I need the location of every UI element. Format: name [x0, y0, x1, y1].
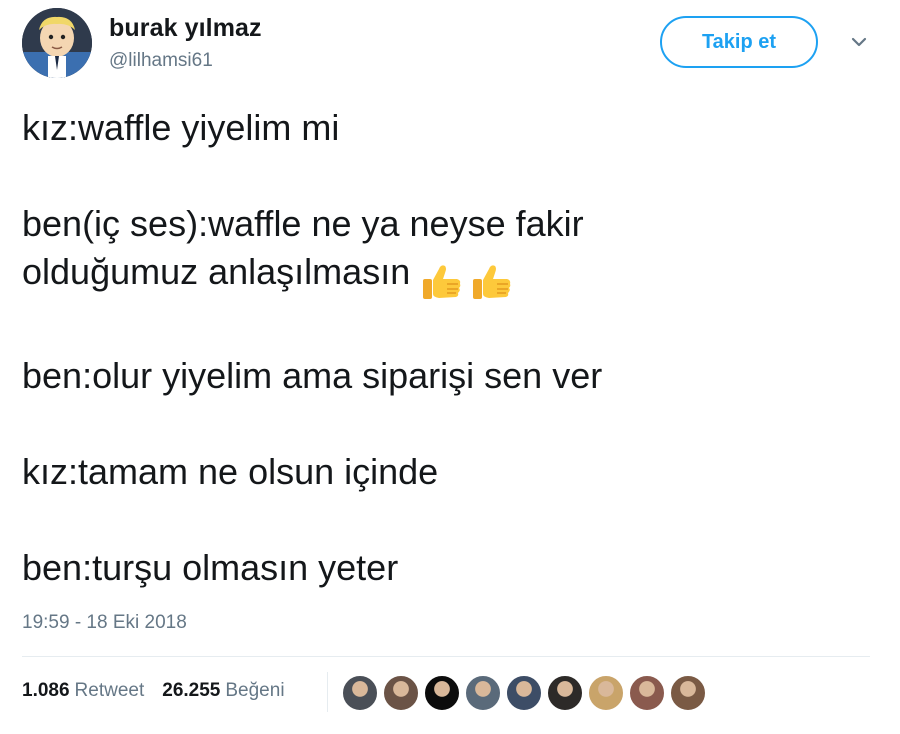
liker-avatar-1[interactable] [342, 675, 378, 711]
like-count: 26.255 [162, 680, 221, 701]
liker-avatar-7[interactable] [588, 675, 624, 711]
tweet-text: kız:waffle yiyelim mi ben(iç ses):waffle… [22, 104, 882, 592]
author-avatar[interactable] [22, 8, 92, 78]
liker-avatars [342, 675, 711, 711]
liker-avatar-6[interactable] [547, 675, 583, 711]
author-handle[interactable]: @lilhamsi61 [109, 50, 213, 72]
liker-avatar-3[interactable] [424, 675, 460, 711]
retweet-label: Retweet [74, 680, 145, 701]
thumbs-up-emoji-icon [473, 265, 511, 300]
tweet-line: kız:waffle yiyelim mi [22, 107, 340, 148]
retweet-count: 1.086 [22, 680, 70, 701]
liker-avatar-5[interactable] [506, 675, 542, 711]
follow-button[interactable]: Takip et [660, 16, 818, 68]
liker-avatar-9[interactable] [670, 675, 706, 711]
liker-avatar-4[interactable] [465, 675, 501, 711]
author-display-name[interactable]: burak yılmaz [109, 14, 262, 43]
thumbs-up-emoji-icon [423, 265, 461, 300]
cartoon-character-avatar-icon [22, 8, 92, 78]
tweet-line: olduğumuz anlaşılmasın [22, 248, 882, 304]
tweet-line: ben(iç ses):waffle ne ya neyse fakir [22, 203, 584, 244]
liker-avatar-2[interactable] [383, 675, 419, 711]
stats-separator [327, 672, 328, 712]
retweet-count-link[interactable]: 1.086 Retweet [22, 680, 144, 702]
tweet-line: ben:turşu olmasın yeter [22, 547, 399, 589]
tweet-line: ben:olur yiyelim ama siparişi sen ver [22, 355, 603, 397]
like-label: Beğeni [225, 680, 285, 701]
liker-avatar-8[interactable] [629, 675, 665, 711]
tweet-line: kız:tamam ne olsun içinde [22, 451, 439, 493]
tweet-stats: 1.086 Retweet 26.255 Beğeni [22, 680, 285, 702]
tweet-timestamp[interactable]: 19:59 - 18 Eki 2018 [22, 612, 187, 634]
divider [22, 656, 870, 657]
chevron-down-icon[interactable] [848, 34, 870, 50]
like-count-link[interactable]: 26.255 Beğeni [162, 680, 284, 702]
